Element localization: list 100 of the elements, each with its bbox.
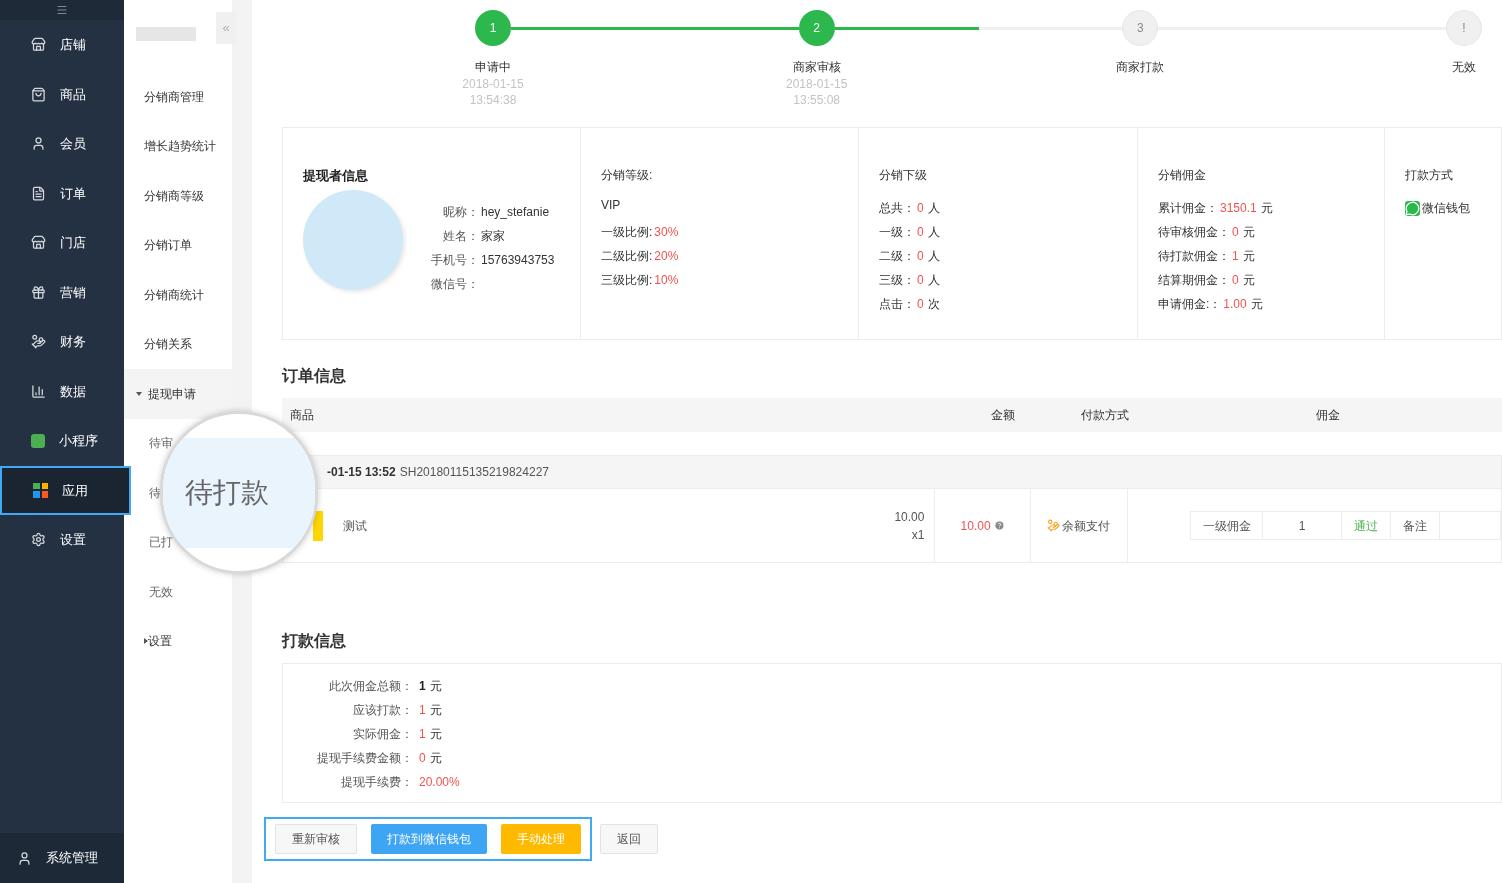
product-name: 测试 [343,517,367,535]
submenu-item[interactable]: 分销商统计 [124,270,232,320]
action-button[interactable]: 返回 [600,824,658,854]
amount: 10.00 [960,517,991,535]
submenu-item[interactable]: 提现申请 [124,369,232,419]
field-value: 1.00 [1223,296,1247,313]
sidebar-item[interactable]: 设置 [0,515,124,565]
action-button[interactable]: 重新审核 [275,824,357,854]
field-label: 二级比例: [601,248,653,265]
submenu-subitem[interactable]: 待 [149,483,161,502]
field-label: 总共： [879,200,915,217]
sidebar-item[interactable]: 营销 [0,267,124,317]
unit-text: 元 [1250,296,1263,313]
unit-text: 元 [1242,272,1255,289]
unit-text: 人 [927,224,940,241]
field-value: 10% [654,272,679,289]
sidebar-item[interactable]: 商品 [0,69,124,119]
caret-icon [144,638,148,645]
field-label: 结算期佣金： [1158,272,1230,289]
field-value: 1 [419,702,426,719]
sidebar-item[interactable]: 店铺 [0,20,124,70]
section-title: 提现者信息 [303,167,369,185]
field-value: 0 [917,248,924,265]
submenu-subitem[interactable]: 待审 [149,434,173,453]
step-date: 2018-01-15 [785,76,848,92]
menu-icon[interactable] [56,4,68,16]
system-admin-item[interactable]: 系统管理 [0,833,124,883]
person-icon [31,136,46,152]
submenu-item[interactable]: 分销关系 [124,319,232,369]
help-icon[interactable] [993,520,1005,531]
unit-text: 元 [1242,224,1255,241]
field-label: 待审核佣金： [1158,224,1230,241]
sidebar-item[interactable]: 数据 [0,366,124,416]
payout-method: 微信钱包 [1422,200,1470,217]
field-value: 20.00% [419,774,460,791]
bag-icon [31,86,46,102]
unit-text: 人 [927,200,940,217]
section-title: 分销等级: [601,167,654,184]
column-header: 佣金 [1314,407,1341,424]
section-title: 分销佣金 [1158,167,1207,184]
field-value: 1 [1232,248,1239,265]
field-label: 提现手续费： [340,774,413,791]
field-label: 应该打款： [352,702,413,719]
submenu-item[interactable]: 增长趋势统计 [124,121,232,171]
step-label: 商家审核 [792,59,841,76]
unit-text: 元 [1242,248,1255,265]
field-value: 0 [1232,224,1239,241]
field-value: 30% [654,224,679,241]
section-title: 打款方式 [1405,167,1454,184]
submenu-subitem[interactable]: 已打 [149,533,173,552]
submenu-item[interactable]: 分销商等级 [124,171,232,221]
sidebar-item[interactable]: 门店 [0,218,124,268]
order-time: -01-15 13:52 [327,464,396,481]
unit-text: 元 [429,750,442,767]
sidebar-item[interactable]: 订单 [0,168,124,218]
section-title: 分销下级 [879,167,928,184]
step-date: 2018-01-15 [462,76,524,92]
sidebar-item[interactable]: 应用 [0,465,131,515]
field-value: 0 [419,750,426,767]
field-value: 0 [917,272,924,289]
step-label: 商家打款 [1116,59,1165,76]
field-label: 一级： [879,224,915,241]
settings-icon [31,532,46,548]
submenu-item[interactable]: 分销商管理 [124,72,232,122]
field-value: 20% [654,248,679,265]
field-value: 3150.1 [1220,200,1257,217]
field-value: 1 [419,678,426,695]
shop-icon [31,235,46,251]
approved-status: 通过 [1342,512,1391,539]
unit-text: 元 [429,702,442,719]
step-time: 13:55:08 [793,92,841,108]
submenu-item[interactable]: 分销订单 [124,220,232,270]
sidebar-item[interactable]: 财务 [0,317,124,367]
field-label: 三级： [879,272,915,289]
commission-value: 1 [1263,512,1342,539]
quantity: x1 [911,526,925,544]
field-label: 提现手续费金额： [316,750,413,767]
column-header: 金额 [990,407,1017,424]
field-label: 此次佣金总额： [328,678,413,695]
field-value: 1 [419,726,426,743]
sidebar-item[interactable]: 小程序 [0,416,124,466]
field-label: 手机号： [430,251,479,269]
field-label: 待打款佣金： [1158,248,1230,265]
note-link[interactable]: 备注 [1391,512,1440,539]
commission-level: 一级佣金 [1191,512,1263,539]
submenu-item[interactable]: 设置 [124,616,232,666]
unit-text: 元 [429,678,442,695]
field-label: 昵称： [442,203,479,221]
unit-text: 人 [927,248,940,265]
unit-text: 人 [927,272,940,289]
chat-bubble-icon [1405,200,1420,216]
section-title: 打款信息 [282,631,347,651]
field-label: 一级比例: [601,224,653,241]
payment-method: 余额支付 [1062,517,1111,535]
field-value: 0 [917,200,924,217]
order-number: SH20180115135219824227 [399,464,549,481]
section-title: 订单信息 [282,366,347,386]
sidebar-item[interactable]: 会员 [0,119,124,169]
submenu-subitem[interactable]: 无效 [149,582,173,601]
field-value: 家家 [481,227,505,245]
